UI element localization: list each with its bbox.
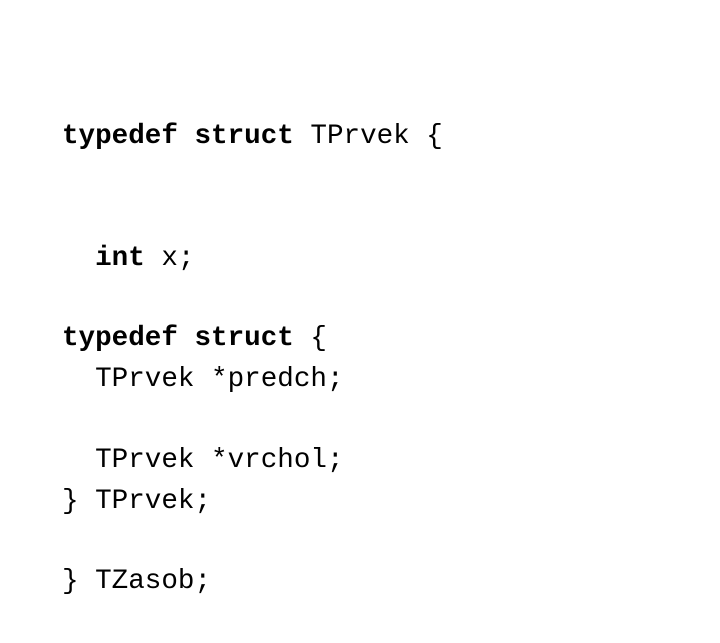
code-line: typedef struct {: [62, 319, 344, 360]
code-line: } TZasob;: [62, 562, 344, 603]
code-keyword: typedef struct: [62, 323, 294, 354]
code-text: {: [293, 323, 327, 354]
code-line: TPrvek *vrchol;: [62, 441, 344, 482]
code-keyword: typedef struct: [62, 121, 294, 152]
code-text: } TZasob;: [62, 566, 212, 597]
code-line: typedef struct TPrvek {: [62, 117, 443, 158]
code-text: TPrvek {: [293, 121, 443, 152]
code-block-tzasob-struct: typedef struct { TPrvek *vrchol; } TZaso…: [62, 238, 344, 643]
code-text: TPrvek *vrchol;: [95, 444, 344, 476]
